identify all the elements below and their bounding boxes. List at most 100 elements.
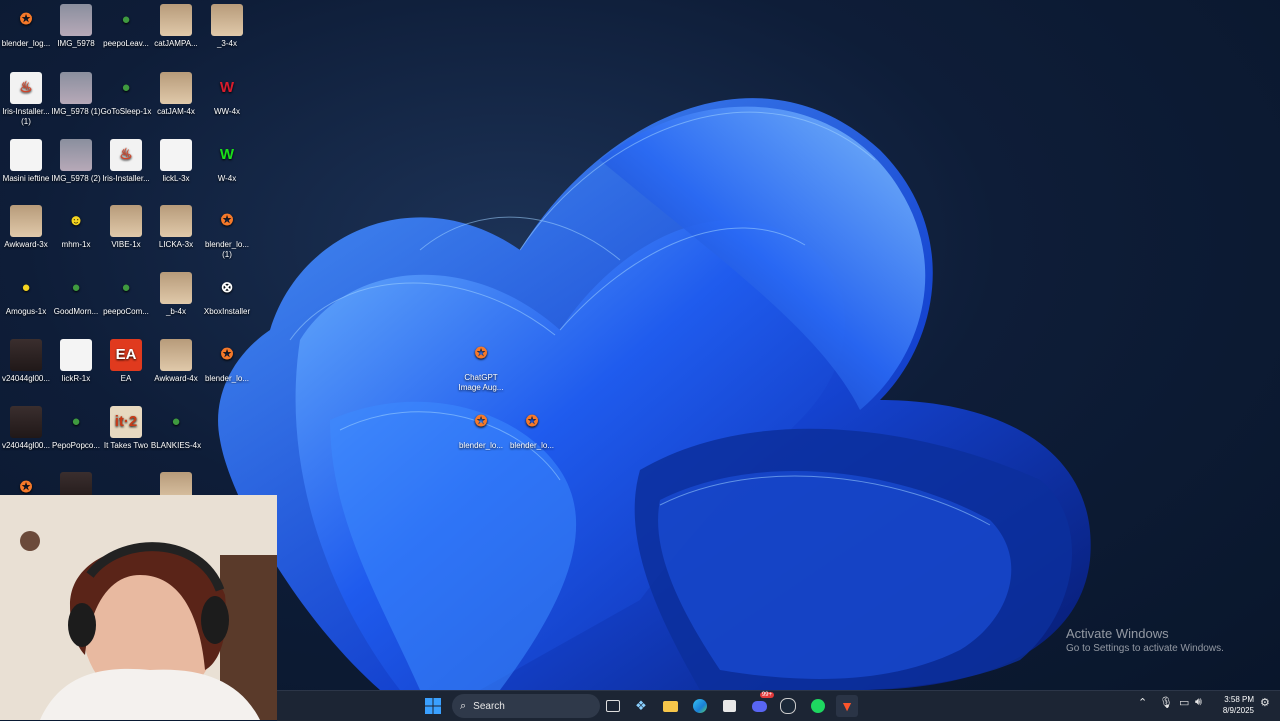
discord-button[interactable]: 99+: [748, 692, 774, 717]
desktop-icon-xbox-installer[interactable]: ⊗ XboxInstaller: [201, 272, 253, 317]
edge-button[interactable]: [689, 695, 711, 717]
xbox-icon: ⊗: [220, 279, 234, 296]
desktop-icon-blender-lo-3[interactable]: ✪ blender_lo...: [455, 406, 507, 451]
desktop-icon-awkward-3x[interactable]: Awkward-3x: [0, 205, 52, 250]
pepe-icon: ●: [171, 413, 181, 430]
desktop-icon-licka-3x[interactable]: LICKA-3x: [150, 205, 202, 250]
desktop-icon-catjampa[interactable]: catJAMPA...: [150, 4, 202, 49]
desktop-icon-iris-installer-1[interactable]: ♨ Iris-Installer... (1): [0, 72, 52, 127]
desktop-icon-label: ChatGPT: [464, 373, 498, 382]
desktop-icon-blender-lo-2[interactable]: ✪ blender_lo...: [201, 339, 253, 384]
desktop-icon-w-4x[interactable]: W W-4x: [201, 139, 253, 184]
desktop-icon-label: VIBE-1x: [111, 240, 141, 249]
discord-icon: [751, 700, 767, 712]
ea-icon: EA: [110, 339, 142, 371]
desktop-icon-lickl-3x[interactable]: lickL-3x: [150, 139, 202, 184]
volume-button[interactable]: 🔊︎: [1195, 696, 1202, 709]
pepe-icon: ●: [71, 413, 81, 430]
notification-bell-icon: ⚙: [1260, 697, 1270, 709]
network-button[interactable]: ▭: [1179, 696, 1189, 709]
desktop-icon-video-1[interactable]: v24044gl00...: [0, 339, 52, 384]
start-button[interactable]: [422, 695, 444, 717]
file-explorer-button[interactable]: [659, 695, 681, 717]
desktop-icon-it-takes-two[interactable]: it·2 It Takes Two: [100, 406, 152, 451]
desktop-icon-catjam-4x[interactable]: catJAM-4x: [150, 72, 202, 117]
store-button[interactable]: [718, 695, 740, 717]
desktop-icon-img-5978[interactable]: IMG_5978: [50, 4, 102, 49]
chevron-up-icon: ⌃: [1138, 697, 1148, 709]
desktop-icon-peepoleav[interactable]: ● peepoLeav...: [100, 4, 152, 49]
java-icon: ♨: [110, 139, 142, 171]
show-hidden-icons-button[interactable]: ⌃: [1138, 696, 1147, 709]
desktop-icon-masini-ieftine[interactable]: Masini ieftine: [0, 139, 52, 184]
desktop-icon-label: lickR-1x: [61, 374, 91, 383]
desktop-icon-label: lickL-3x: [162, 174, 190, 183]
store-icon: [722, 700, 736, 712]
desktop-icon-blender-lo-1[interactable]: ✪ blender_lo... (1): [201, 205, 253, 260]
desktop-icon-ea[interactable]: EA EA: [100, 339, 152, 384]
spotify-icon: [811, 699, 825, 713]
desktop-icon-label: BLANKIES-4x: [150, 441, 202, 450]
speaker-icon: 🔊︎: [1195, 696, 1202, 708]
copilot-button[interactable]: ❖: [630, 695, 652, 717]
cat-image-icon: [10, 205, 42, 237]
desktop-icon-label: EA: [120, 374, 132, 383]
desktop-icon-peepocom[interactable]: ● peepoCom...: [100, 272, 152, 317]
edge-icon: [693, 699, 707, 713]
network-icon: ▭: [1179, 697, 1190, 709]
desktop-icon-blankies-4x[interactable]: ● BLANKIES-4x: [150, 406, 202, 451]
microphone-button[interactable]: 🎙︎: [1159, 696, 1173, 709]
photo-icon: [60, 72, 92, 104]
desktop-icon-img-5978-2[interactable]: IMG_5978 (2): [50, 139, 102, 184]
microphone-icon: 🎙︎: [1159, 697, 1173, 709]
desktop-icon-video-2[interactable]: v24044gl00...: [0, 406, 52, 451]
image-icon: [160, 205, 192, 237]
desktop-icon-awkward-4x[interactable]: Awkward-4x: [150, 339, 202, 384]
desktop-icon-ww-4x[interactable]: W WW-4x: [201, 72, 253, 117]
java-icon: ♨: [10, 72, 42, 104]
desktop-icon-goodmorn[interactable]: ● GoodMorn...: [50, 272, 102, 317]
photo-icon: [60, 4, 92, 36]
photo-icon: [60, 139, 92, 171]
desktop-icon-blender-lo-4[interactable]: ✪ blender_lo...: [506, 406, 558, 451]
desktop-icon-label-line2: Image Aug...: [458, 383, 504, 392]
desktop-icon-label: Awkward-4x: [154, 374, 198, 383]
desktop-icon-chatgpt-image[interactable]: ✪ ChatGPT Image Aug...: [455, 338, 507, 393]
desktop-icon-pepopopco[interactable]: ● PepoPopco...: [50, 406, 102, 451]
taskbar-search[interactable]: ⌕ Search: [452, 694, 600, 718]
video-icon: [10, 339, 42, 371]
desktop-icon-lickr-1x[interactable]: lickR-1x: [50, 339, 102, 384]
task-view-button[interactable]: [602, 695, 624, 717]
desktop-icon-amogus-1x[interactable]: ● Amogus-1x: [0, 272, 52, 317]
w-icon: W: [219, 79, 235, 96]
desktop-icon-label: Masini ieftine: [2, 174, 50, 183]
desktop-icon-3-4x[interactable]: _3-4x: [201, 4, 253, 49]
desktop-icon-label: mhm-1x: [61, 240, 91, 249]
webcam-overlay: [0, 495, 277, 720]
desktop-icon-label: GoodMorn...: [53, 307, 99, 316]
taskbar-clock[interactable]: 3:58 PM 8/9/2025: [1210, 694, 1254, 716]
desktop-icon-gotosleep[interactable]: ● GoToSleep-1x: [100, 72, 152, 117]
image-icon: [160, 139, 192, 171]
desktop-icon-iris-installer[interactable]: ♨ Iris-Installer...: [100, 139, 152, 184]
steam-button[interactable]: [777, 695, 799, 717]
desktop-icon-label: IMG_5978: [57, 39, 95, 48]
desktop-icon-label: IMG_5978 (1): [51, 107, 101, 116]
desktop-icon-b-4x[interactable]: _b-4x: [150, 272, 202, 317]
taskbar: ⌕ Search ❖ 99+ ▼ ⌃ 🎙︎ ▭ 🔊︎ 3:58 PM 8/9/2…: [277, 690, 1280, 721]
desktop-icon-label: Iris-Installer...: [102, 174, 150, 183]
cat-image-icon: [211, 4, 243, 36]
search-icon: ⌕: [460, 699, 467, 712]
desktop-icon-img-5978-1[interactable]: IMG_5978 (1): [50, 72, 102, 117]
brave-button[interactable]: ▼: [836, 695, 858, 717]
desktop-icon-mhm-1x[interactable]: ☻ mhm-1x: [50, 205, 102, 250]
image-icon: [110, 205, 142, 237]
desktop-icon-blender-logo[interactable]: ✪ blender_log...: [0, 4, 52, 49]
desktop-icon-label: PepoPopco...: [51, 441, 101, 450]
desktop-icon-label: IMG_5978 (2): [51, 174, 101, 183]
clock-date: 8/9/2025: [1222, 706, 1254, 715]
spotify-button[interactable]: [807, 695, 829, 717]
blender-icon: ✪: [525, 413, 539, 430]
notifications-button[interactable]: ⚙: [1260, 696, 1270, 709]
desktop-icon-vibe-1x[interactable]: VIBE-1x: [100, 205, 152, 250]
